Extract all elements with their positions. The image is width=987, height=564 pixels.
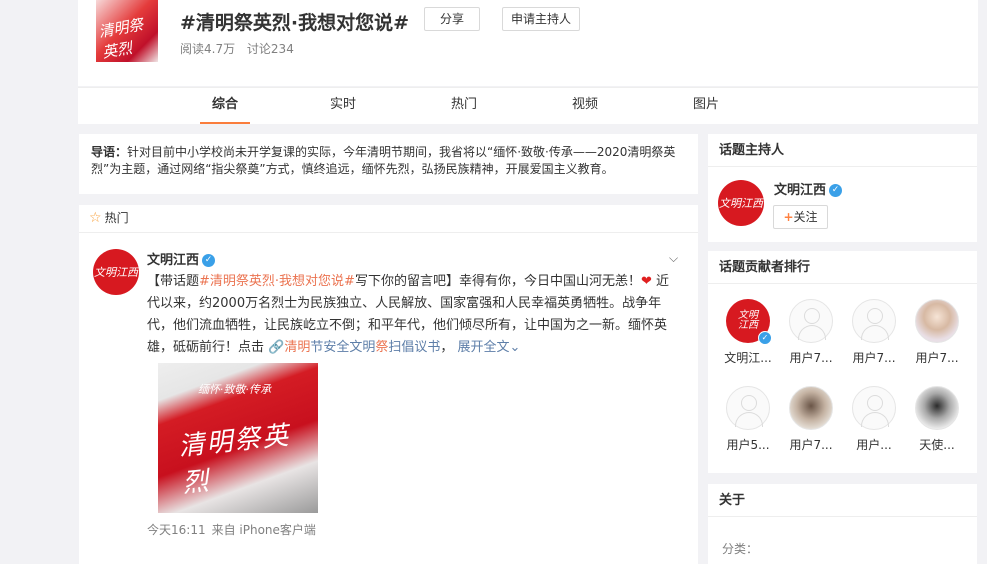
heart-icon: ❤ — [640, 274, 652, 289]
contributor-avatar — [915, 386, 959, 430]
post-username-row: 文明江西 ✓ — [147, 249, 216, 268]
default-avatar-icon — [852, 386, 896, 430]
share-button[interactable]: 分享 — [424, 7, 480, 31]
verified-icon: ✓ — [202, 254, 216, 267]
post-meta: 今天16:11 来自 iPhone客户端 — [147, 521, 322, 538]
chevron-down-icon[interactable]: ⌵ — [669, 251, 678, 266]
expand-full-text[interactable]: 展开全文⌄ — [458, 340, 521, 355]
contributor-avatar: 文明 江西 ✓ — [726, 299, 772, 345]
post-image-main-text: 清明祭英烈 — [177, 420, 292, 500]
host-name[interactable]: 文明江西 — [774, 183, 826, 198]
default-avatar-icon — [852, 299, 896, 343]
contributor-name: 文明江... — [724, 351, 772, 365]
topic-intro: 导语：针对目前中小学校尚未开学复课的实际，今年清明节期间，我省将以“缅怀·致敬·… — [79, 134, 698, 194]
contributor-item[interactable]: 用户5... — [722, 386, 774, 453]
post-time[interactable]: 今天16:11 — [147, 523, 206, 537]
verified-icon: ✓ — [758, 331, 772, 345]
about-card: 关于 分类： — [708, 484, 977, 564]
contributor-name: 用户7... — [789, 351, 833, 365]
discussion-count: 讨论234 — [246, 42, 294, 56]
post-image[interactable]: 缅怀·致敬·传承 清明祭英烈 — [158, 363, 318, 513]
contributor-item[interactable]: 天使... — [911, 386, 963, 453]
cover-text: 清明祭英烈 — [97, 15, 145, 62]
post-separator: ， — [440, 340, 458, 355]
topic-stats: 阅读4.7万 讨论234 — [180, 40, 302, 57]
category-label: 分类： — [722, 542, 759, 556]
link-part-a: 清明 — [284, 340, 311, 355]
read-count: 阅读4.7万 — [180, 42, 236, 56]
feed-section-header: ☆ 热门 — [79, 205, 698, 233]
post-username[interactable]: 文明江西 — [147, 253, 199, 268]
contributor-avatar — [915, 299, 959, 343]
topic-cover-image: 清明祭英烈 — [96, 0, 158, 62]
contributor-item[interactable]: 用户7... — [785, 386, 837, 453]
contributor-avatar — [789, 386, 833, 430]
contributor-name: 用户7... — [915, 351, 959, 365]
tab-realtime[interactable]: 实时 — [318, 88, 368, 124]
host-avatar[interactable]: 文明江西 — [718, 180, 764, 226]
intro-text: 针对目前中小学校尚未开学复课的实际，今年清明节期间，我省将以“缅怀·致敬·传承—… — [91, 145, 676, 176]
post-text-prefix: 【带话题 — [147, 274, 200, 289]
feed-panel: ☆ 热门 文明江西 文明江西 ✓ ⌵ 【带话题#清明祭英烈·我想对您说#写下你的留言… — [79, 205, 698, 564]
contributor-name: 用户... — [856, 438, 892, 452]
post-image-top-text: 缅怀·致敬·传承 — [198, 383, 271, 396]
contributor-name: 用户5... — [726, 438, 770, 452]
feed-section-label: 热门 — [104, 211, 129, 225]
contributor-item[interactable]: 用户7... — [911, 299, 963, 366]
post-source: 来自 iPhone客户端 — [211, 523, 316, 537]
topic-title: #清明祭英烈·我想对您说# — [180, 12, 410, 34]
follow-button[interactable]: +关注 — [773, 205, 828, 229]
star-icon: ☆ — [89, 210, 102, 226]
post-text: 【带话题#清明祭英烈·我想对您说#写下你的留言吧】幸得有你，今日中国山河无恙！❤… — [147, 271, 677, 359]
contributor-item[interactable]: 用户... — [848, 386, 900, 453]
link-part-b: 节安全文明 — [310, 340, 376, 355]
tab-images[interactable]: 图片 — [681, 88, 731, 124]
verified-icon: ✓ — [829, 184, 843, 197]
apply-host-button[interactable]: 申请主持人 — [502, 7, 580, 31]
contributor-name: 用户7... — [852, 351, 896, 365]
default-avatar-icon — [726, 386, 770, 430]
tab-hot[interactable]: 热门 — [439, 88, 489, 124]
contributor-item[interactable]: 用户7... — [848, 299, 900, 366]
follow-label: 关注 — [793, 210, 818, 224]
topic-header: 清明祭英烈 #清明祭英烈·我想对您说# 分享 申请主持人 阅读4.7万 讨论23… — [78, 0, 978, 86]
host-card: 话题主持人 文明江西 文明江西 ✓ +关注 — [708, 134, 977, 242]
post-avatar[interactable]: 文明江西 — [93, 249, 139, 295]
about-card-title: 关于 — [708, 484, 977, 517]
plus-icon: + — [783, 210, 794, 224]
expand-label: 展开全文 — [457, 340, 510, 355]
contributor-name: 用户7... — [789, 438, 833, 452]
rank-card-title: 话题贡献者排行 — [708, 251, 977, 284]
default-avatar-icon — [789, 299, 833, 343]
post-text-mid: 写下你的留言吧】幸得有你，今日中国山河无恙！ — [354, 274, 641, 289]
host-card-title: 话题主持人 — [708, 134, 977, 167]
contributor-item[interactable]: 文明 江西 ✓ 文明江... — [722, 299, 774, 366]
tab-bar: 综合 实时 热门 视频 图片 — [78, 87, 978, 124]
expand-chevron-icon: ⌄ — [509, 340, 521, 355]
link-icon: 🔗 — [268, 340, 285, 355]
intro-lead: 导语： — [91, 145, 128, 159]
tab-comprehensive[interactable]: 综合 — [200, 88, 250, 124]
link-part-d: 扫倡议书 — [388, 340, 441, 355]
contributor-name: 天使... — [919, 438, 955, 452]
contributor-item[interactable]: 用户7... — [785, 299, 837, 366]
contributor-rank-card: 话题贡献者排行 文明 江西 ✓ 文明江... 用户7... 用户7... 用户7..… — [708, 251, 977, 473]
link-part-c: 祭 — [375, 340, 389, 355]
post-hashtag-link[interactable]: #清明祭英烈·我想对您说# — [199, 274, 355, 289]
post-link[interactable]: 清明节安全文明祭扫倡议书 — [284, 340, 440, 355]
host-name-row: 文明江西 ✓ — [774, 179, 843, 198]
tab-video[interactable]: 视频 — [560, 88, 610, 124]
